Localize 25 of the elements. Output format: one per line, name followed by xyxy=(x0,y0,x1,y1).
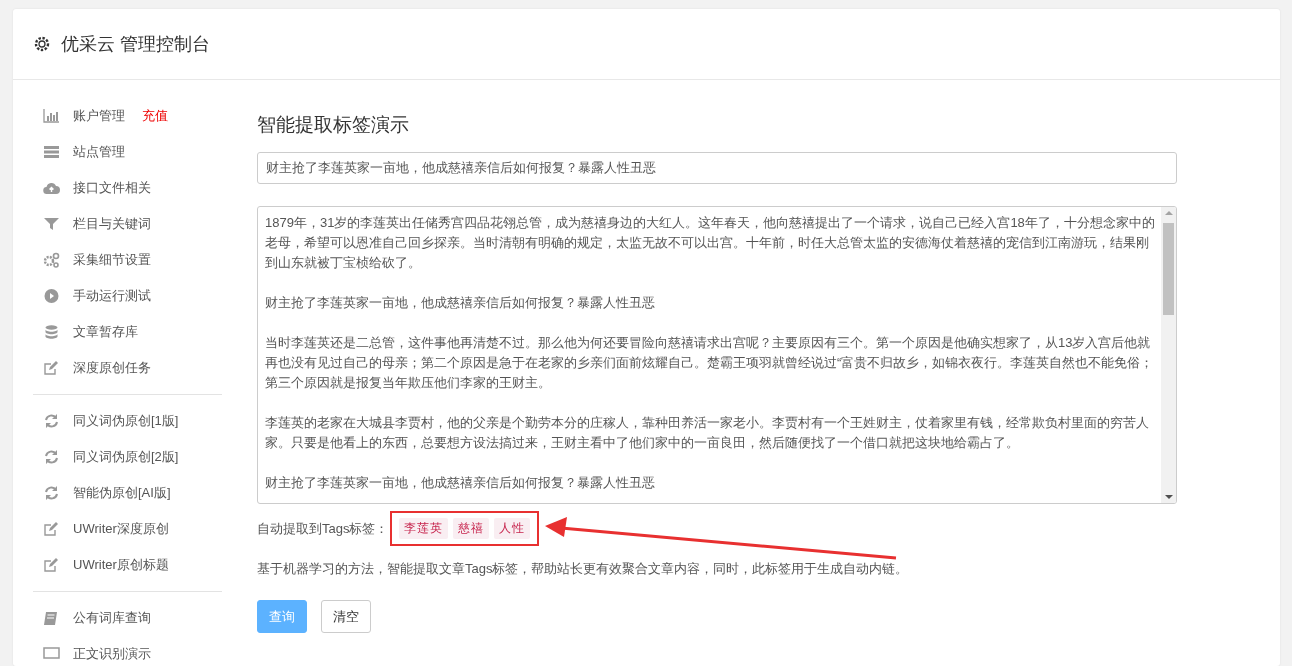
sidebar-item[interactable]: UWriter原创标题 xyxy=(73,556,169,574)
tags-label: 自动提取到Tags标签： xyxy=(257,519,389,538)
sidebar-item[interactable]: UWriter深度原创 xyxy=(73,520,169,538)
recharge-link[interactable]: 充值 xyxy=(142,107,168,125)
sidebar-item[interactable]: 同义词伪原创[1版] xyxy=(73,412,179,430)
title-input[interactable]: 财主抢了李莲英家一亩地，他成慈禧亲信后如何报复？暴露人性丑恶 xyxy=(257,152,1177,184)
sidebar-item[interactable]: 接口文件相关 xyxy=(73,179,151,197)
sidebar-item[interactable]: 同义词伪原创[2版] xyxy=(73,448,179,466)
sidebar-item[interactable]: 账户管理 xyxy=(73,107,125,125)
sidebar-item[interactable]: 正文识别演示 xyxy=(73,645,151,663)
description-text: 基于机器学习的方法，智能提取文章Tags标签，帮助站长更有效聚合文章内容，同时，此标签用于生成自动内链。 xyxy=(257,560,910,578)
sidebar-item[interactable]: 手动运行测试 xyxy=(73,287,151,305)
sidebar-item[interactable]: 栏目与关键词 xyxy=(73,215,151,233)
sidebar-item[interactable]: 深度原创任务 xyxy=(73,359,151,377)
tag: 慈禧 xyxy=(453,518,490,539)
page-heading: 智能提取标签演示 xyxy=(257,113,410,137)
tag: 李莲英 xyxy=(399,518,449,539)
tag: 人性 xyxy=(494,518,531,539)
sidebar-item[interactable]: 采集细节设置 xyxy=(73,251,151,269)
clear-button[interactable]: 清空 xyxy=(321,600,371,633)
sidebar-item[interactable]: 公有词库查询 xyxy=(73,609,151,627)
sidebar-item[interactable]: 智能伪原创[AI版] xyxy=(73,484,171,502)
sidebar-item[interactable]: 文章暂存库 xyxy=(73,323,138,341)
sidebar-item[interactable]: 站点管理 xyxy=(73,143,125,161)
app-title: 优采云 管理控制台 xyxy=(61,33,210,56)
